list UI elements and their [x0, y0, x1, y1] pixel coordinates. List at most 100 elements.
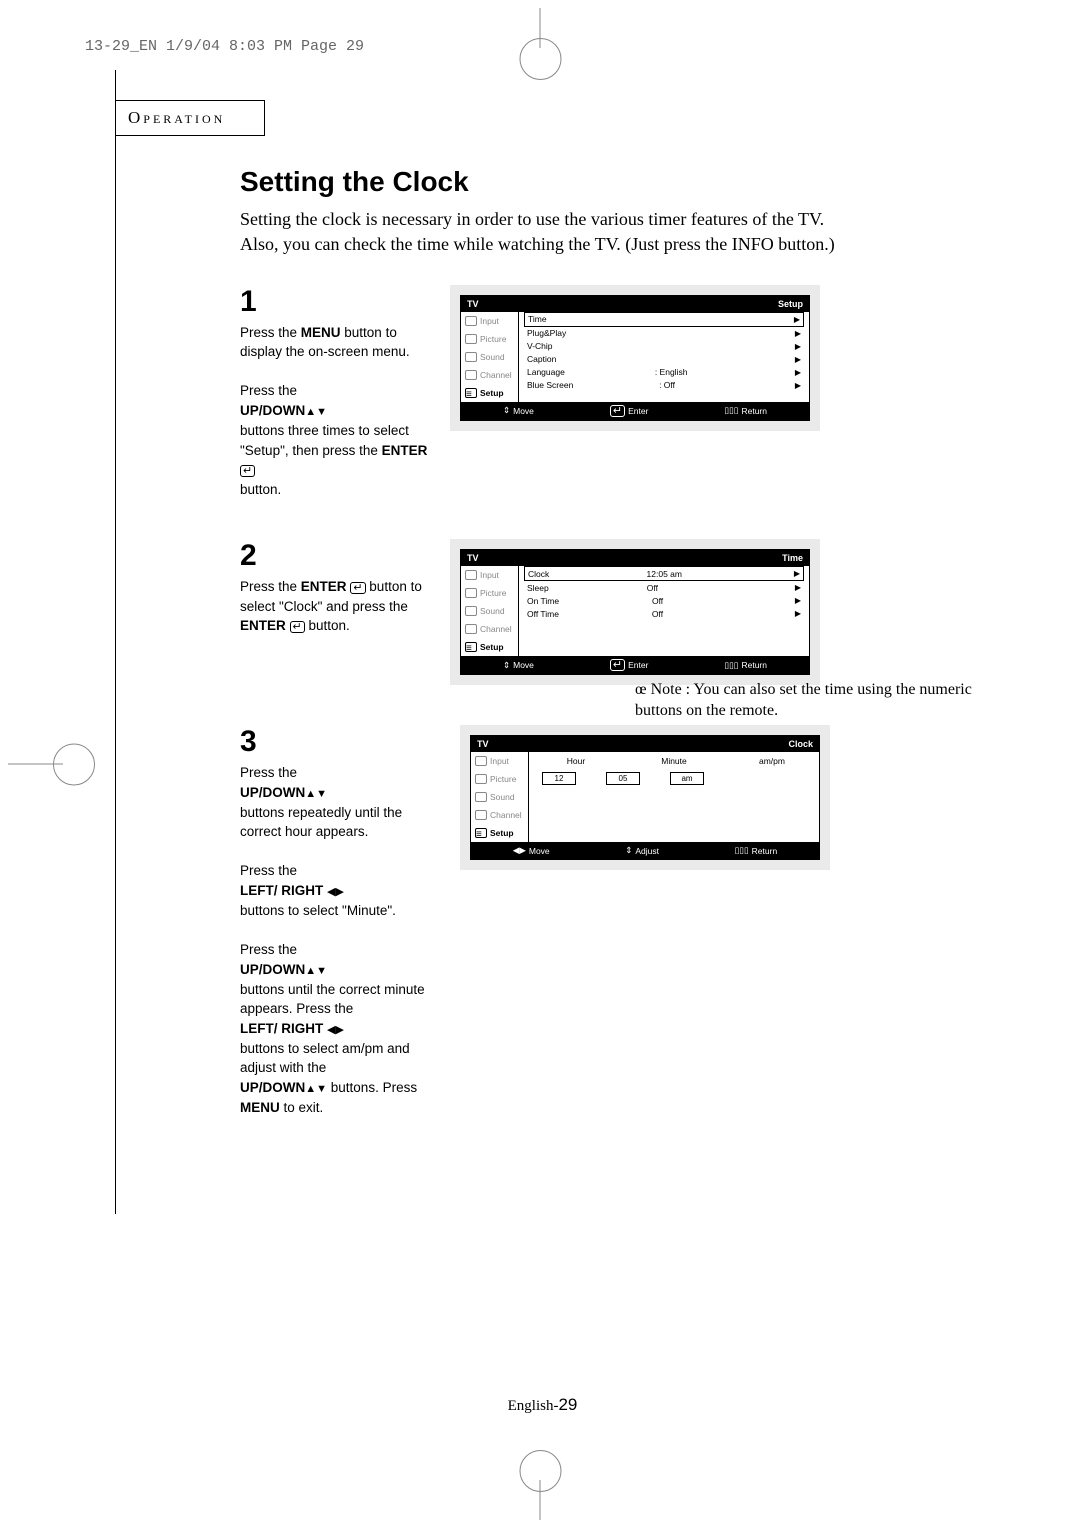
- t: Note :: [651, 681, 694, 698]
- return-hint: ▯▯▯ Return: [724, 405, 767, 417]
- osd-row: Blue Screen: Off▶: [524, 379, 804, 392]
- enter-icon: ↵: [240, 465, 255, 477]
- intro-line-2: Also, you can check the time while watch…: [240, 233, 985, 256]
- t: Move: [529, 846, 550, 856]
- step-text: Press the UP/DOWN▲▼ buttons repeatedly u…: [240, 763, 440, 1117]
- osd-row: Caption▶: [524, 353, 804, 366]
- channel-icon: [465, 624, 477, 634]
- t: Press the: [240, 863, 297, 878]
- step-number: 3: [240, 725, 440, 759]
- crop-mark-left: [8, 764, 63, 765]
- t: Press the: [240, 579, 301, 594]
- sound-icon: [465, 352, 477, 362]
- sound-icon: [475, 792, 487, 802]
- crop-mark-bottom: [540, 1480, 541, 1520]
- t: buttons to select "Minute".: [240, 903, 396, 918]
- left-right-icon: ◀▶: [327, 1024, 344, 1036]
- up-down-icon: ▲▼: [305, 1083, 327, 1095]
- section-label: Operation: [128, 108, 225, 127]
- t: button.: [240, 482, 281, 497]
- osd-row: V-Chip▶: [524, 340, 804, 353]
- channel-icon: [465, 370, 477, 380]
- enter-hint: ↵ Enter: [610, 659, 649, 671]
- t: Input: [480, 570, 499, 580]
- sound-icon: [465, 606, 477, 616]
- adjust-hint: ⇕ Adjust: [625, 845, 659, 856]
- osd-row: Time▶: [524, 312, 804, 327]
- col-minute: Minute: [640, 756, 708, 766]
- move-hint: ◀▶ Move: [513, 845, 550, 856]
- move-hint: ⇕ Move: [503, 659, 534, 671]
- left-right-icon: ◀▶: [327, 886, 344, 898]
- t: button.: [305, 618, 350, 633]
- picture-icon: [475, 774, 487, 784]
- t: Setup: [490, 828, 514, 838]
- picture-icon: [465, 334, 477, 344]
- step-number: 1: [240, 285, 430, 319]
- return-hint: ▯▯▯ Return: [735, 845, 778, 856]
- t: to exit.: [280, 1100, 324, 1115]
- t: Picture: [480, 334, 506, 344]
- t: ENTER: [240, 618, 286, 633]
- step-number: 2: [240, 539, 430, 573]
- osd-subtitle: Time: [782, 553, 803, 563]
- t: Press the: [240, 325, 301, 340]
- osd-title: TV: [477, 739, 489, 749]
- up-down-icon: ▲▼: [305, 788, 327, 800]
- osd-row: Plug&Play▶: [524, 327, 804, 340]
- side-note: œ Note : You can also set the time using…: [635, 680, 995, 722]
- t: Return: [741, 406, 767, 416]
- up-down-icon: ▲▼: [305, 965, 327, 977]
- t: MENU: [301, 325, 341, 340]
- crop-mark-top: [540, 8, 541, 48]
- osd-subtitle: Setup: [778, 299, 803, 309]
- t: UP/DOWN: [240, 962, 305, 977]
- setup-icon: [475, 828, 487, 838]
- t: LEFT/ RIGHT: [240, 883, 323, 898]
- input-icon: [475, 756, 487, 766]
- osd-row: Off TimeOff▶: [524, 607, 804, 620]
- note-marker-icon: œ: [635, 681, 647, 698]
- t: buttons until the correct minute appears…: [240, 982, 425, 1017]
- t: ENTER: [382, 443, 428, 458]
- step-text: Press the ENTER ↵ button to select "Cloc…: [240, 577, 430, 636]
- t: Press the: [240, 765, 297, 780]
- t: Adjust: [635, 846, 659, 856]
- t: 29: [558, 1395, 577, 1414]
- t: LEFT/ RIGHT: [240, 1021, 323, 1036]
- print-header: 13-29_EN 1/9/04 8:03 PM Page 29: [85, 38, 364, 55]
- t: Channel: [480, 370, 512, 380]
- channel-icon: [475, 810, 487, 820]
- osd-screenshot-3: TVClock Input Picture Sound Channel Setu…: [460, 725, 830, 870]
- page-footer: English-29: [508, 1395, 578, 1415]
- t: English-: [508, 1398, 559, 1414]
- t: Press the: [240, 942, 297, 957]
- osd-screenshot-1: TVSetup Input Picture Sound Channel Setu…: [450, 285, 820, 431]
- col-ampm: am/pm: [738, 756, 806, 766]
- t: Picture: [480, 588, 506, 598]
- setup-icon: [465, 388, 477, 398]
- enter-icon: ↵: [350, 582, 365, 594]
- val-minute: 05: [606, 772, 640, 785]
- page-title: Setting the Clock: [240, 166, 985, 198]
- t: Return: [741, 660, 767, 670]
- osd-screenshot-2: TVTime Input Picture Sound Channel Setup…: [450, 539, 820, 685]
- t: Sound: [480, 606, 505, 616]
- t: UP/DOWN: [240, 785, 305, 800]
- t: Sound: [480, 352, 505, 362]
- t: Picture: [490, 774, 516, 784]
- picture-icon: [465, 588, 477, 598]
- input-icon: [465, 570, 477, 580]
- t: Move: [513, 406, 534, 416]
- t: Return: [752, 846, 778, 856]
- osd-subtitle: Clock: [788, 739, 813, 749]
- t: Sound: [490, 792, 515, 802]
- t: Channel: [490, 810, 522, 820]
- t: Setup: [480, 642, 504, 652]
- osd-row: On TimeOff▶: [524, 594, 804, 607]
- t: Move: [513, 660, 534, 670]
- t: buttons to select am/pm and adjust with …: [240, 1041, 410, 1076]
- return-hint: ▯▯▯ Return: [724, 659, 767, 671]
- intro-line-1: Setting the clock is necessary in order …: [240, 208, 985, 231]
- vertical-rule: [115, 70, 116, 1214]
